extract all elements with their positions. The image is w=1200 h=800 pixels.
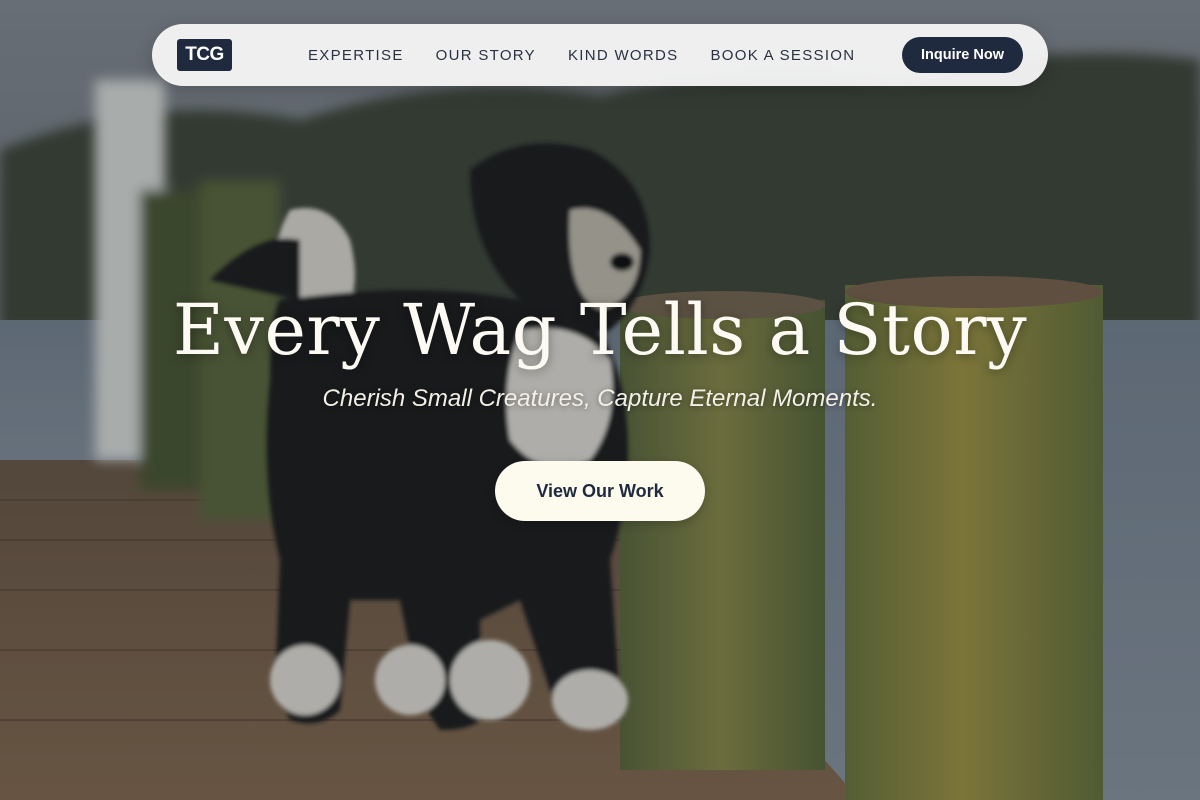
inquire-now-button[interactable]: Inquire Now	[902, 37, 1023, 73]
hero-subtitle: Cherish Small Creatures, Capture Eternal…	[322, 385, 878, 412]
brand-logo[interactable]: TCG	[177, 39, 232, 71]
hero-title: Every Wag Tells a Story	[172, 289, 1028, 371]
nav-link-our-story[interactable]: OUR STORY	[436, 47, 536, 64]
top-navbar: TCG EXPERTISE OUR STORY KIND WORDS BOOK …	[152, 24, 1048, 86]
nav-links: EXPERTISE OUR STORY KIND WORDS BOOK A SE…	[308, 47, 855, 64]
view-our-work-button[interactable]: View Our Work	[495, 461, 705, 521]
nav-link-kind-words[interactable]: KIND WORDS	[568, 47, 679, 64]
nav-link-book-a-session[interactable]: BOOK A SESSION	[710, 47, 855, 64]
hero-section: Every Wag Tells a Story Cherish Small Cr…	[0, 285, 1200, 521]
nav-link-expertise[interactable]: EXPERTISE	[308, 47, 404, 64]
